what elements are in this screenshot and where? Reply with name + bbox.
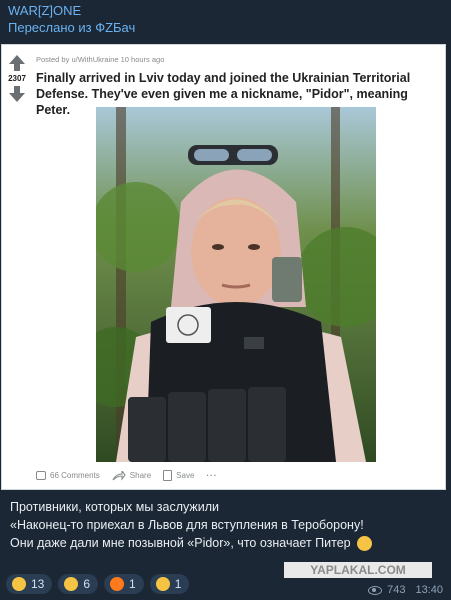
share-button[interactable]: Share [112, 468, 152, 481]
post-meta: Posted by u/WithUkraine 10 hours ago [36, 55, 165, 64]
views-icon [368, 585, 383, 595]
channel-name[interactable]: WAR[Z]ONE [8, 2, 135, 19]
message-line-3: Они даже дали мне позывной «Pidor», что … [10, 534, 440, 552]
bookmark-icon [163, 470, 173, 481]
reaction-fire[interactable]: 1 [104, 574, 144, 594]
vote-score: 2307 [8, 74, 26, 83]
comments-label: 66 Comments [50, 471, 100, 480]
downvote-icon [4, 86, 30, 102]
views-count: 743 [387, 584, 406, 596]
grimace-icon [64, 577, 79, 591]
party-face-icon [357, 536, 373, 552]
save-label: Save [176, 471, 195, 480]
post-photo [96, 107, 376, 462]
post-actions: 66 Comments Share Save ··· [36, 468, 229, 481]
message-footer: 743 13:40 [368, 584, 443, 596]
message-line-2: «Наконец-то приехал в Львов для вступлен… [10, 518, 364, 532]
thinking-icon [155, 577, 170, 591]
message-header: WAR[Z]ONE Переслано из ФZБач [8, 2, 135, 36]
share-icon [112, 468, 126, 481]
reaction-thinking[interactable]: 1 [149, 574, 190, 594]
upvote-icon [4, 55, 30, 71]
reaction-grimace[interactable]: 6 [58, 574, 99, 594]
message-time: 13:40 [415, 584, 443, 596]
save-button[interactable]: Save [163, 470, 194, 481]
thumbs-up-icon [12, 577, 26, 591]
watermark: YAPLAKAL.COM [284, 562, 432, 578]
forwarded-from[interactable]: Переслано из ФZБач [8, 19, 135, 36]
share-label: Share [129, 471, 152, 480]
reaction-thumbs-up[interactable]: 13 [6, 574, 53, 594]
comment-icon [36, 471, 46, 480]
message-text: Противники, которых мы заслужили «Наконе… [10, 498, 440, 552]
reactions-bar: 13 6 1 1 [6, 574, 195, 594]
reddit-post-screenshot[interactable]: 2307 Posted by u/WithUkraine 10 hours ag… [1, 44, 446, 490]
more-button[interactable]: ··· [206, 471, 217, 480]
message-line-1: Противники, которых мы заслужили [10, 500, 220, 514]
fire-icon [110, 577, 125, 591]
comments-button[interactable]: 66 Comments [36, 471, 100, 480]
vote-column: 2307 [4, 55, 30, 102]
